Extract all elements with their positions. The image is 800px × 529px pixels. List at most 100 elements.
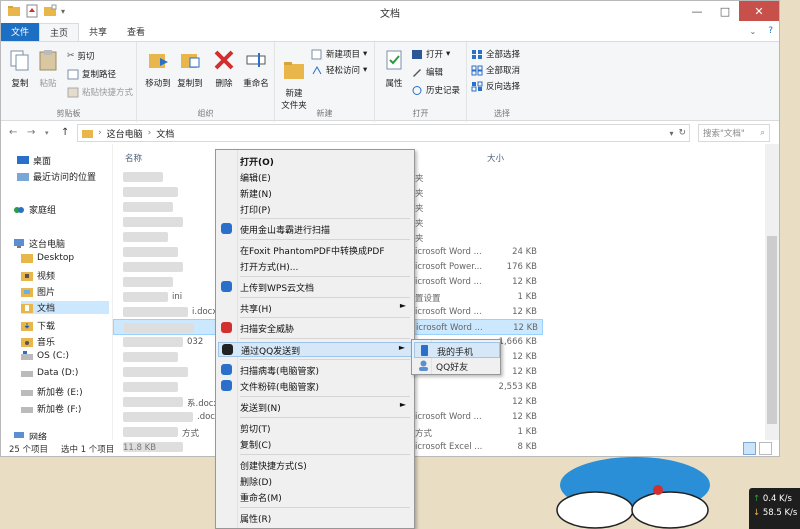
invert-selection-button[interactable]: 反向选择 bbox=[471, 80, 520, 92]
details-view-button[interactable] bbox=[743, 442, 756, 455]
new-folder-button[interactable]: 新建 文件夹 bbox=[277, 48, 311, 111]
submenu-arrow-icon: ► bbox=[399, 301, 406, 310]
paste-shortcut-button[interactable]: 粘贴快捷方式 bbox=[67, 86, 133, 98]
history-button[interactable]: 历史记录 bbox=[411, 84, 460, 96]
nav-item-documents[interactable]: 文档 bbox=[21, 301, 109, 314]
nav-label: OS (C:) bbox=[37, 351, 69, 361]
select-all-button[interactable]: 全部选择 bbox=[471, 48, 520, 60]
file-type: 夹 bbox=[415, 219, 424, 229]
tab-file[interactable]: 文件 bbox=[1, 23, 40, 41]
paste-button[interactable]: 粘贴 bbox=[31, 48, 65, 89]
file-type: icrosoft Word ... bbox=[415, 277, 482, 287]
nav-item-desktop-folder[interactable]: Desktop bbox=[21, 253, 74, 263]
redacted-filename bbox=[123, 172, 163, 182]
clipboard-group: 复制 粘贴 ✂ 剪切 复制路径 粘贴快捷方式 剪贴板 bbox=[1, 42, 137, 122]
delete-button[interactable]: 删除 bbox=[207, 48, 241, 89]
kingsoft-scan-icon bbox=[221, 223, 232, 234]
open-button[interactable]: 打开 ▾ bbox=[411, 48, 450, 60]
address-bar[interactable]: › 这台电脑 › 文档 ▾ ↻ bbox=[77, 124, 690, 142]
tab-share[interactable]: 共享 bbox=[79, 23, 117, 41]
submenu-item-qq-friend[interactable]: QQ好友 bbox=[414, 358, 500, 374]
rename-button[interactable]: 重命名 bbox=[239, 48, 273, 89]
edit-button[interactable]: 编辑 bbox=[411, 66, 443, 78]
nav-item-downloads[interactable]: 下载 bbox=[21, 319, 55, 332]
file-size: 12 KB bbox=[513, 323, 538, 333]
nav-item-pictures[interactable]: 图片 bbox=[21, 285, 55, 298]
menu-item-label: 剪切(T) bbox=[240, 425, 271, 435]
vertical-scrollbar[interactable] bbox=[765, 144, 779, 440]
select-none-icon bbox=[471, 65, 483, 75]
new-item-label: 新建项目 bbox=[326, 50, 361, 60]
ribbon-collapse-icon[interactable]: ⌄ bbox=[744, 23, 763, 41]
search-icon: ⌕ bbox=[760, 128, 765, 138]
nav-item-desktop[interactable]: 桌面 bbox=[17, 154, 51, 167]
nav-item-drive-f[interactable]: 新加卷 (F:) bbox=[21, 402, 81, 415]
nav-item-homegroup[interactable]: 家庭组 bbox=[13, 203, 56, 216]
file-shredder-icon bbox=[221, 380, 232, 391]
minimize-button[interactable]: — bbox=[683, 1, 711, 21]
menu-separator bbox=[240, 417, 410, 418]
file-size: 12 KB bbox=[512, 307, 537, 317]
nav-item-music[interactable]: 音乐 bbox=[21, 335, 55, 348]
menu-item-label: 扫描病毒(电脑管家) bbox=[240, 367, 320, 377]
breadcrumb-documents[interactable]: 文档 bbox=[156, 127, 174, 140]
properties-button[interactable]: 属性 bbox=[377, 48, 411, 89]
column-header-name[interactable]: 名称 bbox=[125, 152, 142, 164]
nav-label: Desktop bbox=[37, 253, 75, 263]
refresh-icon[interactable]: ↻ bbox=[678, 128, 689, 138]
easy-access-button[interactable]: 轻松访问 ▾ bbox=[311, 64, 367, 76]
menu-item-label: 编辑(E) bbox=[240, 174, 271, 184]
select-none-button[interactable]: 全部取消 bbox=[471, 64, 520, 76]
address-dropdown-icon[interactable]: ▾ bbox=[669, 129, 673, 138]
copy-icon bbox=[10, 50, 29, 71]
scan-virus-icon bbox=[221, 364, 232, 375]
nav-label: 视频 bbox=[37, 272, 56, 282]
menu-item-send-via-qq[interactable]: 通过QQ发送到 ► bbox=[218, 342, 412, 357]
menu-item-label: 属性(R) bbox=[240, 515, 272, 525]
scrollbar-thumb[interactable] bbox=[767, 236, 777, 424]
menu-gutter bbox=[216, 150, 238, 528]
invert-selection-icon bbox=[471, 81, 483, 91]
file-size: 2,553 KB bbox=[498, 382, 537, 392]
copy-path-button[interactable]: 复制路径 bbox=[67, 68, 116, 80]
nav-item-network[interactable]: 网络 bbox=[13, 432, 47, 440]
help-icon[interactable]: ? bbox=[762, 23, 779, 41]
nav-item-videos[interactable]: 视频 bbox=[21, 269, 55, 282]
menu-item-label: 打开(O) bbox=[240, 158, 274, 168]
redacted-filename bbox=[123, 307, 188, 317]
forward-icon[interactable]: → bbox=[27, 127, 35, 138]
maximize-button[interactable]: □ bbox=[711, 1, 739, 21]
search-box[interactable]: 搜索"文档" ⌕ bbox=[698, 124, 770, 142]
recent-dropdown-icon[interactable]: ▾ bbox=[45, 129, 49, 137]
large-icons-view-button[interactable] bbox=[759, 442, 772, 455]
computer-icon bbox=[14, 238, 24, 248]
documents-folder-icon bbox=[21, 303, 33, 313]
column-header-size[interactable]: 大小 bbox=[487, 152, 504, 164]
back-icon[interactable]: ← bbox=[9, 127, 17, 138]
move-to-button[interactable]: 移动到 bbox=[141, 48, 175, 89]
close-button[interactable]: ✕ bbox=[739, 1, 779, 21]
up-icon[interactable]: ↑ bbox=[61, 127, 69, 138]
selected-count: 选中 1 个项目 bbox=[61, 445, 115, 455]
nav-item-recent[interactable]: 最近访问的位置 bbox=[17, 170, 96, 183]
copy-to-button[interactable]: 复制到 bbox=[173, 48, 207, 89]
nav-item-drive-d[interactable]: Data (D:) bbox=[21, 368, 78, 378]
tab-view[interactable]: 查看 bbox=[117, 23, 155, 41]
downloads-folder-icon bbox=[21, 321, 33, 331]
redacted-filename bbox=[123, 247, 178, 257]
nav-item-drive-e[interactable]: 新加卷 (E:) bbox=[21, 385, 83, 398]
menu-item-label: 上传到WPS云文档 bbox=[240, 284, 315, 294]
cut-button[interactable]: ✂ 剪切 bbox=[67, 50, 95, 62]
properties-icon bbox=[386, 50, 402, 70]
nav-item-drive-c[interactable]: OS (C:) bbox=[21, 351, 69, 361]
redacted-filename bbox=[123, 232, 168, 242]
network-icon bbox=[14, 432, 24, 438]
new-item-button[interactable]: 新建项目 ▾ bbox=[311, 48, 367, 60]
file-name: 系.docx bbox=[187, 399, 219, 409]
redacted-filename bbox=[123, 412, 193, 422]
breadcrumb-this-pc[interactable]: 这台电脑 bbox=[107, 127, 143, 140]
menu-item-label: 打印(P) bbox=[240, 206, 271, 216]
tab-home[interactable]: 主页 bbox=[39, 23, 80, 41]
nav-item-this-pc[interactable]: 这台电脑 bbox=[13, 237, 65, 250]
submenu-item-my-phone[interactable]: 我的手机 bbox=[414, 342, 500, 358]
